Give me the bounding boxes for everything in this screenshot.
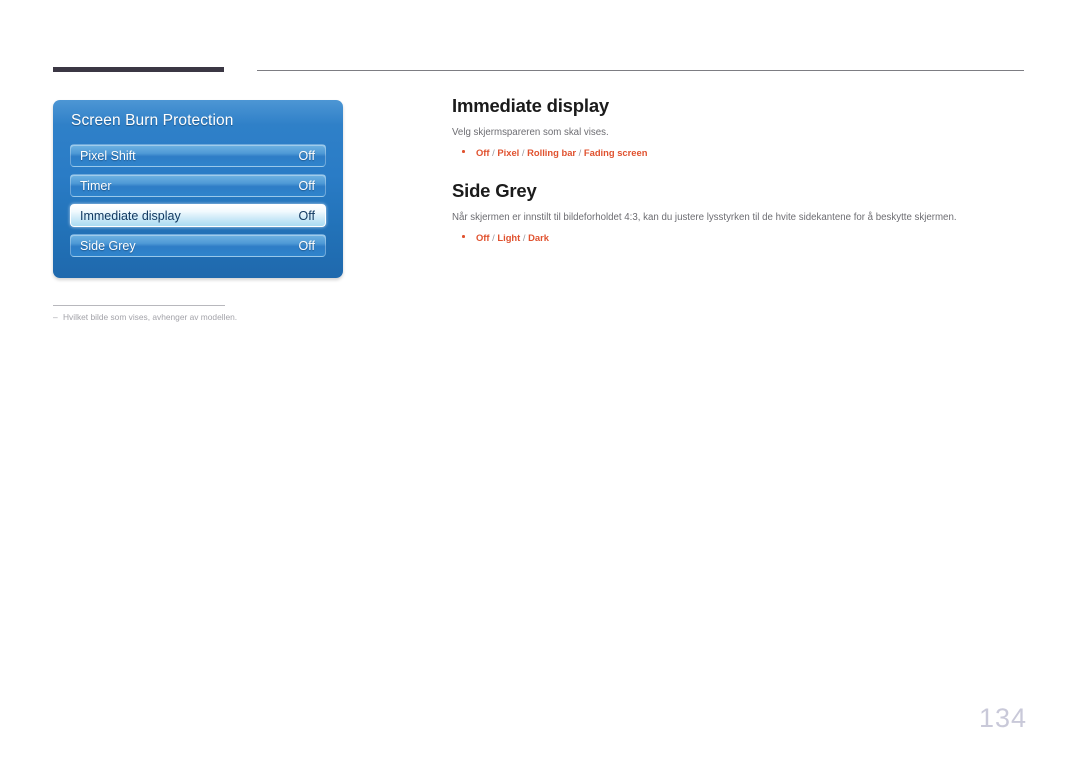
content-column: Immediate display Velg skjermspareren so… [452,95,1024,245]
osd-item-value: Off [298,149,315,163]
header-rule-dark [53,67,224,72]
osd-item-label: Pixel Shift [80,149,136,163]
osd-menu-item-immediate-display[interactable]: Immediate display Off [70,204,326,227]
option-separator: / [520,232,529,244]
osd-menu-item-timer[interactable]: Timer Off [70,174,326,197]
section-side-grey: Side Grey Når skjermen er innstilt til b… [452,179,1024,245]
osd-item-label: Timer [80,179,112,193]
option-value: Pixel [497,147,520,159]
osd-item-value: Off [298,209,315,223]
osd-item-label: Side Grey [80,239,136,253]
footnote-text: Hvilket bilde som vises, avhenger av mod… [63,312,238,322]
option-separator: / [519,147,528,159]
osd-item-label: Immediate display [80,209,181,223]
osd-menu-panel: Screen Burn Protection Pixel Shift Off T… [53,100,343,278]
option-list-item: Off / Pixel / Rolling bar / Fading scree… [452,146,1024,159]
header-rule-thin [257,70,1024,71]
option-list: Off / Pixel / Rolling bar / Fading scree… [452,146,1024,159]
section-description: Velg skjermspareren som skal vises. [452,127,609,139]
osd-menu-title: Screen Burn Protection [71,112,234,129]
option-value: Off [476,232,490,244]
footnote-divider [53,305,225,306]
option-value: Rolling bar [527,147,577,159]
section-title: Immediate display [452,95,609,116]
bullet-icon [462,150,465,153]
option-value: Light [497,232,521,244]
footnote-dash: – [53,312,58,322]
osd-item-value: Off [298,239,315,253]
footnote: – Hvilket bilde som vises, avhenger av mo… [53,312,383,322]
section-title: Side Grey [452,179,537,201]
page-number: 134 [978,703,1027,733]
option-separator: / [576,147,584,159]
osd-item-value: Off [298,179,315,193]
section-immediate-display: Immediate display Velg skjermspareren so… [452,95,1024,160]
osd-menu-item-side-grey[interactable]: Side Grey Off [70,234,326,257]
osd-menu-item-pixel-shift[interactable]: Pixel Shift Off [70,144,326,167]
option-value: Fading screen [583,147,648,159]
bullet-icon [462,235,465,238]
option-value: Off [476,147,490,159]
section-description: Når skjermen er innstilt til bildeforhol… [452,211,957,223]
option-list: Off / Light / Dark [452,231,1024,244]
option-value: Dark [528,232,549,244]
option-list-item: Off / Light / Dark [452,231,1024,244]
